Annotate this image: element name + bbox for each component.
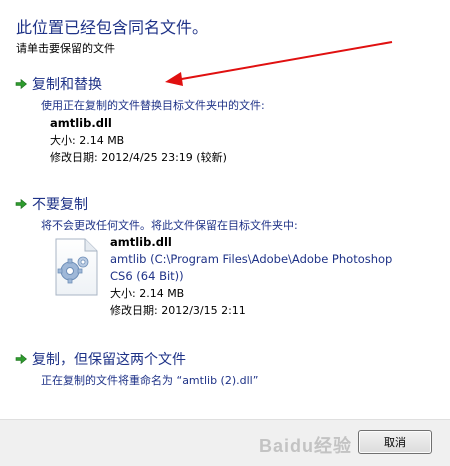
file-modified: 修改日期: 2012/3/15 2:11 [110,304,246,317]
dialog-subtitle: 请单击要保留的文件 [16,42,115,55]
option-title: 复制，但保留这两个文件 [32,352,186,368]
green-arrow-icon [15,353,27,365]
file-size: 大小: 2.14 MB [110,287,185,300]
file-name: amtlib.dll [110,235,172,249]
option-description: 将不会更改任何文件。将此文件保留在目标文件夹中: [41,219,298,232]
dialog-footer: Baidu经验 取消 [0,419,450,466]
file-info: amtlib.dll 大小: 2.14 MB 修改日期: 2012/4/25 2… [50,115,227,166]
file-path: amtlib (C:\Program Files\Adobe\Adobe Pho… [110,252,393,283]
option-title: 不要复制 [32,197,88,213]
watermark-logo: Baidu经验 [258,436,352,456]
file-modified: 修改日期: 2012/4/25 23:19 (较新) [50,151,227,164]
option-title: 复制和替换 [32,77,102,93]
option-description: 正在复制的文件将重命名为 “amtlib (2).dll” [41,374,259,387]
file-info: amtlib.dll amtlib (C:\Program Files\Adob… [110,234,410,319]
dialog-title: 此位置已经包含同名文件。 [16,18,209,37]
option-description: 使用正在复制的文件替换目标文件夹中的文件: [41,99,265,112]
red-annotation-arrow-icon [165,41,393,86]
dont-copy-option[interactable]: 不要复制 将不会更改任何文件。将此文件保留在目标文件夹中: [14,194,440,233]
copy-keep-both-option[interactable]: 复制，但保留这两个文件 正在复制的文件将重命名为 “amtlib (2).dll… [14,349,440,388]
green-arrow-icon [15,198,27,210]
copy-and-replace-option[interactable]: 复制和替换 使用正在复制的文件替换目标文件夹中的文件: [14,74,440,113]
file-name: amtlib.dll [50,116,112,130]
cancel-button[interactable]: 取消 [358,430,432,454]
file-size: 大小: 2.14 MB [50,134,125,147]
green-arrow-icon [15,78,27,90]
dll-file-icon [55,238,98,296]
